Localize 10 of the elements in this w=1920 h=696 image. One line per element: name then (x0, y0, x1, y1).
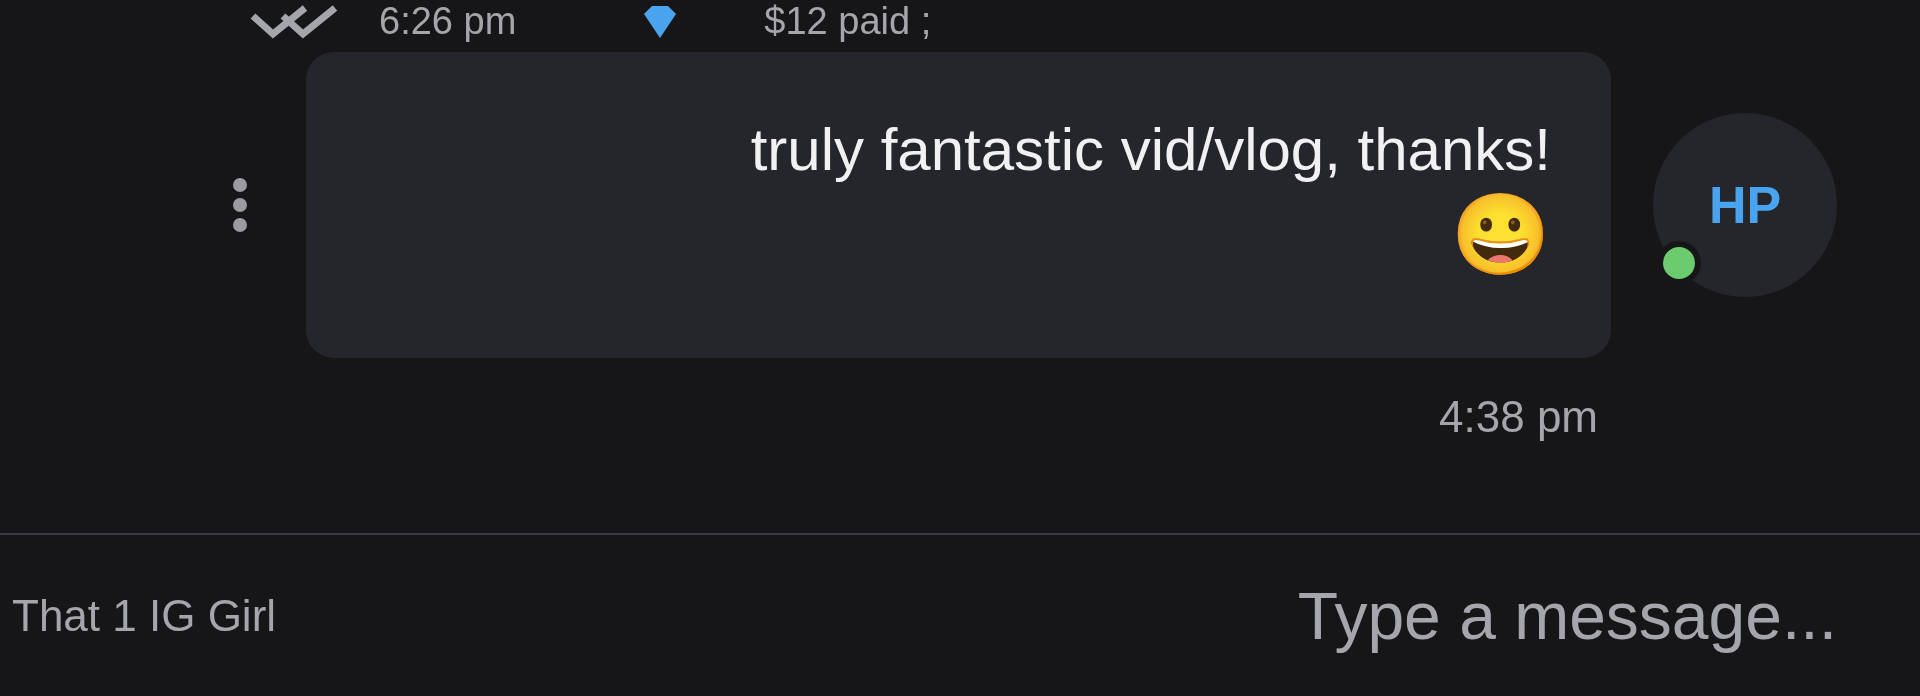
message-time: 6:26 pm (379, 1, 517, 43)
recipient-name: That 1 IG Girl (12, 590, 277, 641)
avatar[interactable]: HP (1653, 113, 1837, 297)
message-time: 4:38 pm (1439, 392, 1598, 442)
grinning-emoji: 😀 (1451, 189, 1551, 281)
more-options-icon[interactable] (232, 177, 248, 233)
message-text: truly fantastic vid/vlog, thanks! (750, 115, 1551, 185)
payment-amount: $12 paid ; (764, 1, 932, 43)
message-input[interactable]: Type a message... (937, 577, 1837, 654)
avatar-initials: HP (1708, 175, 1782, 235)
